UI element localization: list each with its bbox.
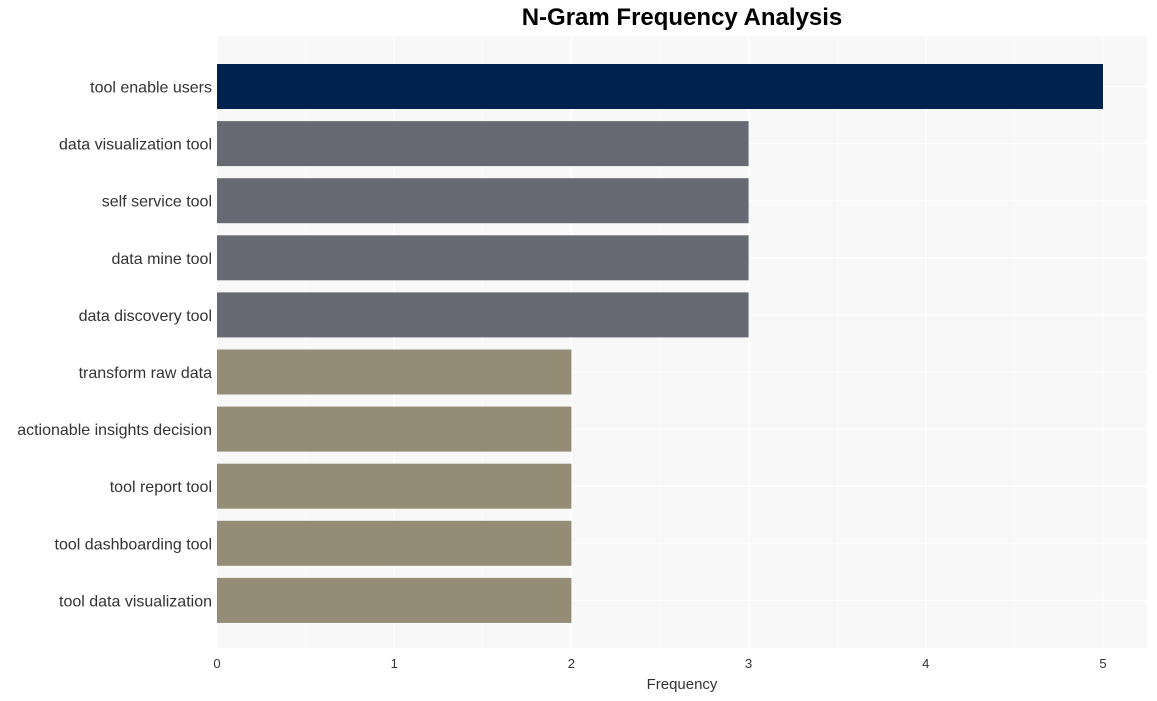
- bar: [217, 64, 1103, 109]
- y-axis-label: data mine tool: [111, 251, 212, 268]
- x-axis-ticks: 0 1 2 3 4 5: [213, 656, 1106, 671]
- bar: [217, 349, 572, 395]
- bar: [217, 577, 572, 623]
- x-tick-label: 4: [922, 656, 929, 671]
- x-tick-label: 1: [391, 656, 398, 671]
- x-tick-label: 2: [568, 656, 575, 671]
- bar: [217, 178, 749, 224]
- y-axis-label: self service tool: [102, 194, 212, 211]
- y-axis-label: data visualization tool: [59, 137, 212, 154]
- y-axis-label: tool enable users: [90, 80, 212, 97]
- y-axis-labels: tool enable users data visualization tool…: [17, 80, 212, 611]
- x-tick-label: 5: [1099, 656, 1106, 671]
- bar: [217, 520, 572, 566]
- y-axis-label: tool data visualization: [59, 593, 212, 610]
- y-axis-label: data discovery tool: [79, 308, 212, 325]
- bar: [217, 463, 572, 509]
- x-tick-label: 0: [213, 656, 220, 671]
- bar-chart: tool enable users data visualization tool…: [17, 36, 1147, 693]
- bar: [217, 121, 749, 167]
- bar: [217, 292, 749, 338]
- y-axis-label: tool dashboarding tool: [55, 536, 212, 553]
- y-axis-label: tool report tool: [110, 479, 212, 496]
- bar: [217, 235, 749, 281]
- y-axis-label: actionable insights decision: [17, 422, 212, 439]
- x-axis-label: Frequency: [647, 676, 718, 693]
- y-axis-label: transform raw data: [79, 365, 212, 382]
- x-tick-label: 3: [745, 656, 752, 671]
- bar: [217, 406, 572, 452]
